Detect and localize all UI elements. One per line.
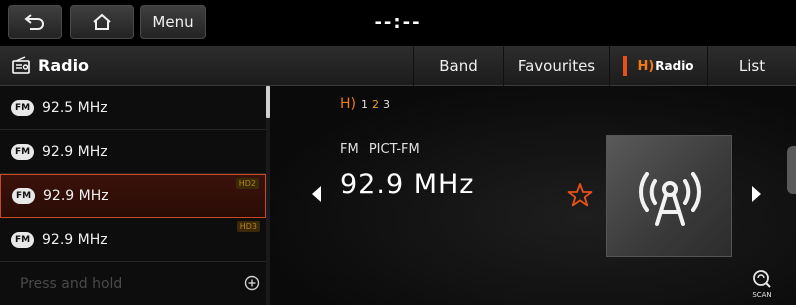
hd-channel-badge: HD2 [235,178,259,189]
station-art [606,135,732,257]
status-bar: Menu --:-- [0,0,796,46]
fm-badge-icon: FM [11,231,34,248]
broadcast-tower-icon [639,172,701,226]
press-hold-hint: Press and hold [20,275,123,292]
save-preset-row[interactable]: Press and hold [0,262,266,305]
preset-frequency: 92.9 MHz [42,143,108,160]
tab-hd-radio[interactable]: H) Radio [609,46,707,86]
clock: --:-- [374,12,422,33]
preset-item-1[interactable]: FM 92.5 MHz [0,86,266,130]
hd-logo-icon: H) [340,96,356,112]
tune-next-icon[interactable] [752,186,761,202]
side-panel-handle[interactable] [787,146,796,194]
page-title: Radio [38,56,90,75]
scan-button[interactable]: SCAN [748,268,776,302]
band-label: FM [340,142,359,157]
title-bar: Radio Band Favourites H) Radio List [0,46,796,86]
hd-channel-2[interactable]: 2 [372,98,379,111]
hd-channel-3[interactable]: 3 [383,98,390,111]
preset-list: FM 92.5 MHz FM 92.9 MHz FM 92.9 MHz HD2 … [0,86,270,305]
tab-favourites[interactable]: Favourites [503,46,609,86]
fm-badge-icon: FM [12,188,35,204]
station-info: FM PICT-FM [340,142,420,157]
add-circle-icon[interactable] [244,275,260,291]
tab-band[interactable]: Band [413,46,503,86]
preset-frequency: 92.5 MHz [42,99,108,116]
scan-icon [753,270,771,288]
preset-item-2[interactable]: FM 92.9 MHz [0,130,266,174]
hd-logo-icon: H) [637,58,655,74]
hd-channel-selector: H) 1 2 3 [340,96,390,112]
hd-radio-logo: H) Radio [637,59,693,74]
hd-channel-1[interactable]: 1 [361,98,368,111]
tune-prev-icon[interactable] [312,186,321,202]
tab-list[interactable]: List [707,46,796,86]
hd-active-marker [623,56,628,76]
scan-label: SCAN [752,291,772,299]
current-frequency: 92.9 MHz [340,169,475,200]
star-outline-icon[interactable] [567,182,593,208]
preset-item-3[interactable]: FM 92.9 MHz HD2 [0,174,266,218]
preset-item-4[interactable]: FM 92.9 MHz HD3 [0,218,266,262]
station-name: PICT-FM [368,142,420,157]
radio-icon [12,56,30,74]
hd-channel-badge: HD3 [236,221,260,232]
now-playing-panel: H) 1 2 3 FM PICT-FM 92.9 MHz SCAN [270,86,796,305]
hd-radio-label: Radio [655,59,694,73]
fm-badge-icon: FM [11,99,34,116]
preset-frequency: 92.9 MHz [43,188,109,204]
preset-frequency: 92.9 MHz [42,231,108,248]
fm-badge-icon: FM [11,143,34,160]
